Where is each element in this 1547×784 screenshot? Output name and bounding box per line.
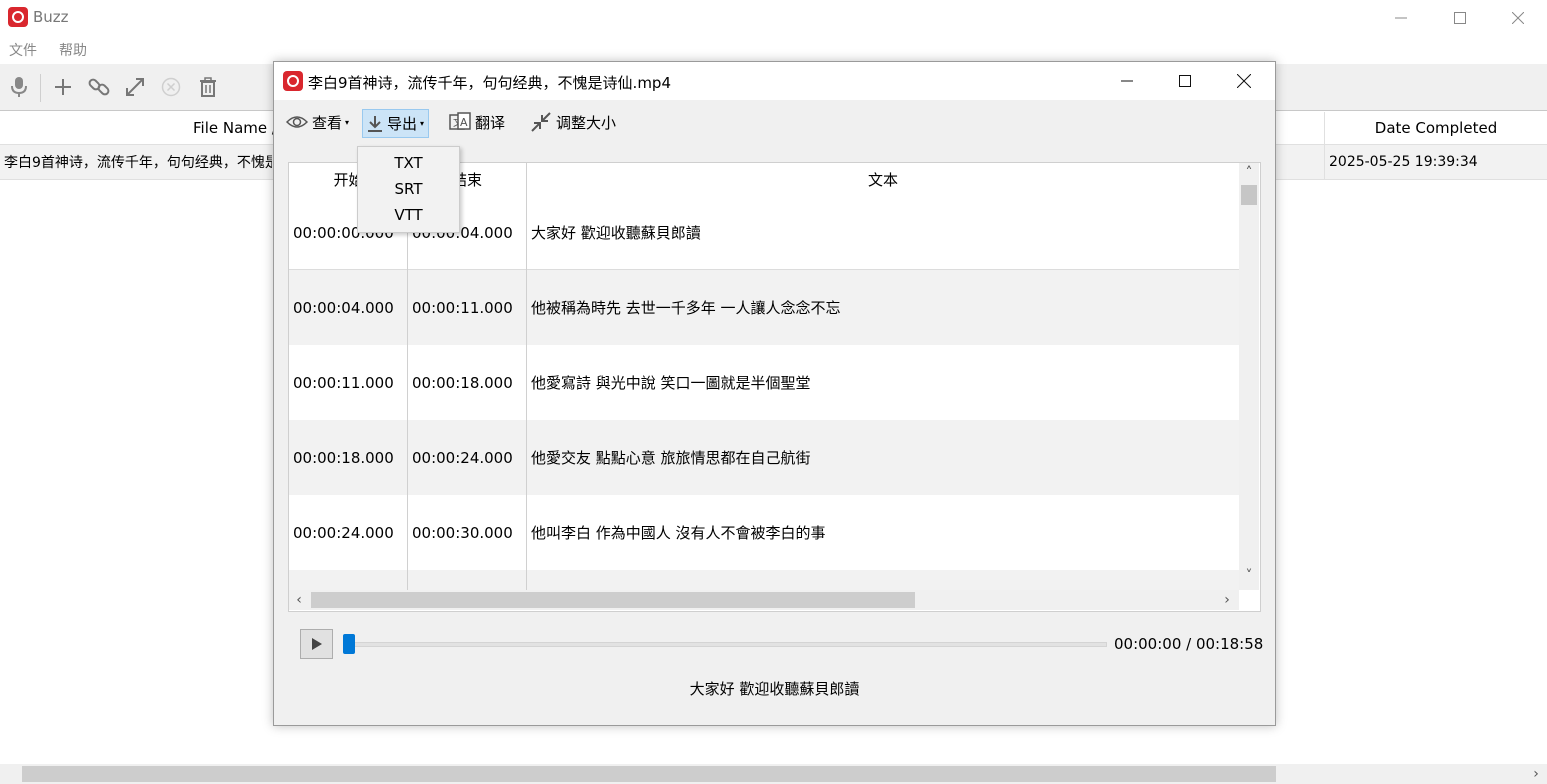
import-url-button[interactable] [86,74,112,100]
toolbar-separator [40,74,41,102]
end-time-cell: 00:00:18.000 [412,373,513,392]
app-title: Buzz [33,8,69,26]
dialog-close-button[interactable] [1215,62,1273,100]
dropdown-caret-icon: ▾ [345,117,350,127]
start-time-cell: 00:00:04.000 [293,298,394,317]
text-cell: 他叫李白 作為中國人 沒有人不會被李白的事 [531,524,826,542]
scroll-right-icon[interactable]: › [1528,766,1544,782]
shrink-icon [531,112,551,132]
download-icon [368,115,382,132]
table-vertical-scrollbar[interactable]: ˄ ˅ [1239,163,1259,590]
cancel-icon [161,77,181,97]
delete-button[interactable] [195,74,221,100]
current-subtitle: 大家好 歡迎收聽蘇貝郎讀 [689,680,860,698]
table-horizontal-scrollbar[interactable]: ‹ › [289,590,1239,610]
dialog-minimize-button[interactable] [1098,62,1156,100]
dialog-maximize-button[interactable] [1156,62,1214,100]
column-text[interactable]: 文本 [527,163,1239,195]
table-row[interactable]: 00:00:04.000 00:00:11.000 他被稱為時先 去世一千多年 … [289,270,1239,346]
expand-button[interactable] [122,74,148,100]
resize-label: 调整大小 [556,113,617,132]
start-time-cell: 00:00:18.000 [293,448,394,467]
scroll-down-icon[interactable]: ˅ [1241,568,1257,584]
text-cell: 大家好 歡迎收聽蘇貝郎讀 [531,224,701,242]
main-horizontal-scrollbar[interactable]: › [0,764,1547,784]
dropdown-caret-icon: ▾ [420,119,425,128]
scrollbar-thumb[interactable] [311,592,915,608]
maximize-button[interactable] [1431,0,1489,36]
record-button[interactable] [6,74,32,100]
scrollbar-thumb[interactable] [1241,185,1257,205]
main-titlebar: Buzz [0,0,1547,36]
close-icon [1237,74,1251,88]
export-txt-menu-item[interactable]: TXT [358,150,459,176]
cancel-button[interactable] [158,74,184,100]
column-date-completed[interactable]: Date Completed [1325,112,1547,144]
minimize-button[interactable] [1372,0,1430,36]
table-row[interactable] [289,570,1239,590]
add-file-button[interactable] [50,74,76,100]
view-label: 查看 [312,113,343,132]
view-button[interactable]: 查看 ▾ [282,108,353,136]
start-time-cell: 00:00:24.000 [293,523,394,542]
dialog-titlebar: 李白9首神诗，流传千年，句句经典，不愧是诗仙.mp4 [274,62,1275,100]
column-separator [407,195,408,590]
close-icon [1512,12,1524,24]
text-cell: 他愛交友 點點心意 旅旅情思都在自己航街 [531,449,811,467]
export-srt-menu-item[interactable]: SRT [358,176,459,202]
maximize-icon [1454,12,1466,24]
menu-file[interactable]: 文件 [9,40,37,60]
buzz-logo-icon [283,71,303,91]
table-row[interactable]: 00:00:18.000 00:00:24.000 他愛交友 點點心意 旅旅情思… [289,420,1239,496]
translate-icon: 文 A [449,112,471,130]
minimize-icon [1121,80,1133,82]
trash-icon [200,77,216,97]
play-button[interactable] [300,629,333,659]
eye-icon [286,116,308,128]
column-separator [1324,145,1325,179]
scroll-right-icon[interactable]: › [1219,592,1235,608]
end-time-cell: 00:00:11.000 [412,298,513,317]
menu-help[interactable]: 帮助 [59,40,87,60]
end-time-cell: 00:00:30.000 [412,523,513,542]
scrollbar-thumb[interactable] [22,766,1276,782]
dialog-title: 李白9首神诗，流传千年，句句经典，不愧是诗仙.mp4 [308,74,671,92]
expand-icon [126,78,144,96]
minimize-icon [1395,17,1407,19]
table-row[interactable]: 00:00:11.000 00:00:18.000 他愛寫詩 與光中說 笑口一圖… [289,345,1239,421]
buzz-logo-icon [8,7,28,27]
playback-time: 00:00:00 / 00:18:58 [1114,635,1264,653]
plus-icon [55,79,71,95]
translate-label: 翻译 [475,113,506,132]
play-icon [311,638,322,650]
seek-slider-handle[interactable] [343,634,355,654]
date-completed-cell: 2025-05-25 19:39:34 [1329,154,1478,170]
scroll-up-icon[interactable]: ˄ [1241,165,1257,181]
export-button[interactable]: 导出 ▾ [362,109,430,138]
text-cell: 他愛寫詩 與光中說 笑口一圖就是半個聖堂 [531,374,811,392]
microphone-icon [11,77,27,97]
end-time-cell: 00:00:24.000 [412,448,513,467]
start-time-cell: 00:00:11.000 [293,373,394,392]
scroll-left-icon[interactable]: ‹ [291,592,307,608]
menubar: 文件 帮助 [0,38,1547,62]
seek-slider-track[interactable] [343,642,1107,647]
link-icon [88,78,110,96]
column-separator [526,163,527,590]
text-cell: 他被稱為時先 去世一千多年 一人讓人念念不忘 [531,299,841,317]
table-row[interactable]: 00:00:24.000 00:00:30.000 他叫李白 作為中國人 沒有人… [289,495,1239,571]
export-vtt-menu-item[interactable]: VTT [358,202,459,228]
export-menu: TXT SRT VTT [357,146,460,233]
resize-button[interactable]: 调整大小 [526,108,620,136]
svg-text:A: A [460,116,468,129]
translate-button[interactable]: 文 A 翻译 [445,108,509,136]
file-name-cell: 李白9首神诗，流传千年，句句经典，不愧是诗仙.mp4 [4,155,272,171]
maximize-icon [1179,75,1191,87]
close-button[interactable] [1489,0,1547,36]
export-label: 导出 [387,115,418,133]
